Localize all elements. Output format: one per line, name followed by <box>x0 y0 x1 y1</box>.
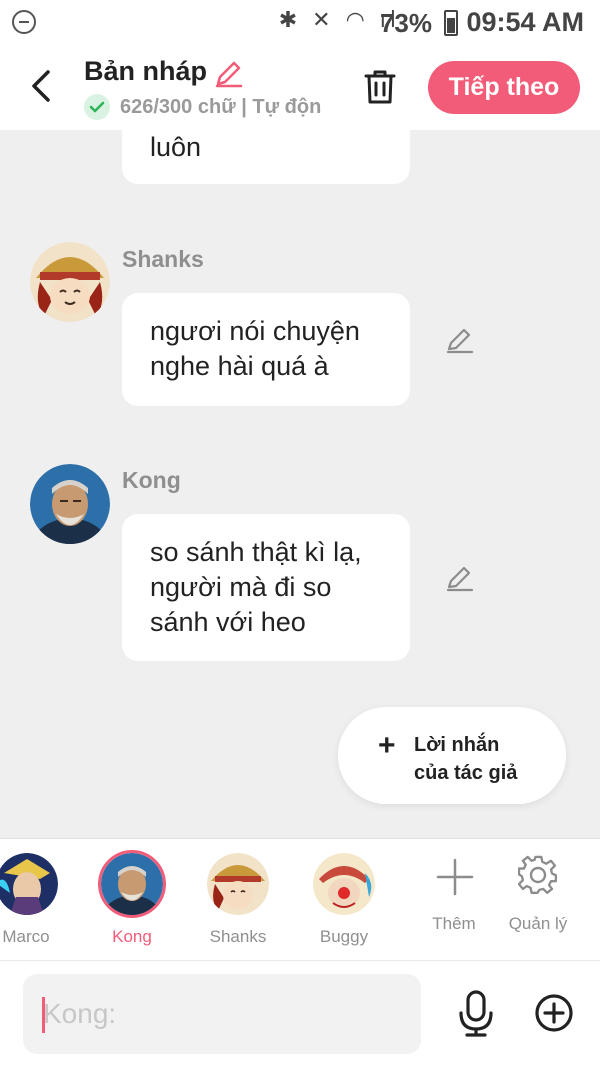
message-text: luôn <box>150 132 202 162</box>
character-avatar-shanks[interactable] <box>207 853 269 915</box>
message-bubble[interactable]: luôn <box>122 118 410 184</box>
shanks-avatar-image <box>30 242 110 322</box>
word-count-status: 626/300 chữ | Tự độn <box>120 96 322 118</box>
message-text: so sánh thật kì lạ, người mà đi so sánh … <box>150 537 362 637</box>
edit-title-pencil-icon[interactable] <box>214 58 244 88</box>
trash-icon[interactable] <box>362 68 398 106</box>
manage-characters-label[interactable]: Quản lý <box>488 914 588 934</box>
author-note-line1: Lời nhắn <box>414 734 500 756</box>
buggy-avatar-image <box>313 853 375 915</box>
status-bar: ✱ ✕ ◠ ıl 73% 09:54 AM <box>0 0 600 46</box>
message-bubble[interactable]: ngươi nói chuyện nghe hài quá à <box>122 293 410 406</box>
character-name-selected: Kong <box>112 927 152 946</box>
back-arrow-icon[interactable] <box>26 68 56 104</box>
shanks-avatar-small-image <box>207 853 269 915</box>
marco-avatar-image <box>0 853 58 915</box>
edit-message-icon[interactable] <box>446 326 474 354</box>
battery-icon <box>444 10 458 36</box>
character-avatar-kong[interactable] <box>101 853 163 915</box>
sender-name: Kong <box>122 467 181 493</box>
text-cursor <box>42 997 45 1033</box>
character-avatar-buggy[interactable] <box>313 853 375 915</box>
composer <box>0 960 600 1068</box>
character-avatar-marco[interactable] <box>0 853 58 915</box>
sender-name: Shanks <box>122 246 204 272</box>
author-note-label: Lời nhắn của tác giả <box>414 731 517 787</box>
add-circle-icon[interactable] <box>534 993 574 1033</box>
status-time: 09:54 AM <box>466 7 584 37</box>
character-name: Buggy <box>319 927 369 946</box>
message-input[interactable] <box>23 974 421 1054</box>
character-name: Marco <box>2 927 50 946</box>
edit-message-icon[interactable] <box>446 564 474 592</box>
battery-percent: 73% <box>379 8 432 38</box>
check-mark-icon <box>89 101 105 113</box>
author-note-line2: của tác giả <box>414 762 518 784</box>
message-bubble[interactable]: so sánh thật kì lạ, người mà đi so sánh … <box>122 514 410 661</box>
kong-avatar-image <box>30 464 110 544</box>
author-note-button[interactable]: + Lời nhắn của tác giả <box>338 707 566 804</box>
gear-icon[interactable] <box>518 855 558 895</box>
character-name: Shanks <box>209 927 267 946</box>
do-not-disturb-icon <box>12 10 36 34</box>
character-bar: Marco Kong Shanks Buggy Thêm Quản lý <box>0 838 600 961</box>
avatar-shanks[interactable] <box>30 242 110 322</box>
plus-icon: + <box>378 729 396 762</box>
check-icon <box>84 94 110 120</box>
avatar-kong[interactable] <box>30 464 110 544</box>
next-button[interactable]: Tiếp theo <box>428 61 580 114</box>
message-text: ngươi nói chuyện nghe hài quá à <box>150 316 360 381</box>
add-character-icon[interactable] <box>435 857 475 897</box>
kong-avatar-small-image <box>101 853 163 915</box>
page-title: Bản nháp <box>84 56 208 86</box>
microphone-icon[interactable] <box>456 989 496 1037</box>
